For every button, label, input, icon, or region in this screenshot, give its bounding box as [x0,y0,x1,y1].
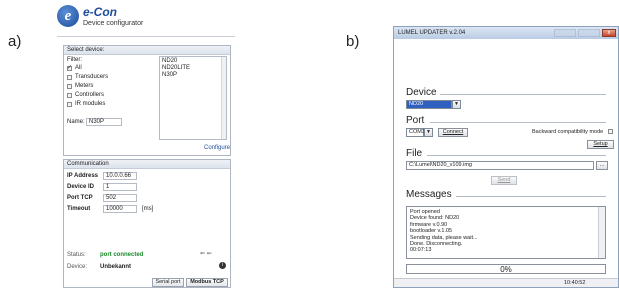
setup-button[interactable]: Setup [587,140,614,149]
filter-ir-modules-label: IR modules [75,101,106,107]
filter-meters-label: Meters [75,83,94,89]
port-tcp-label: Port TCP [67,195,93,201]
lumel-updater-window: LUMEL UPDATER v.2.04 x Device ND20 ▼ Por… [393,26,619,288]
name-label: Name: [67,119,85,125]
filter-ir-modules-checkbox[interactable] [67,102,72,107]
filter-label: Filter: [67,57,82,63]
messages-section-title: Messages [406,189,452,200]
device-id-label: Device ID [67,184,95,190]
progress-text: 0% [500,265,512,274]
communication-panel: Communication IP Address 10.0.0.66 Devic… [63,159,231,288]
device-select[interactable]: ND20 [406,100,452,109]
timeout-unit: [ms] [142,206,154,212]
device-list[interactable]: ND20 ND20LITE N30P [159,56,227,140]
connect-button[interactable]: Connect [438,128,468,137]
filter-meters-checkbox[interactable] [67,84,72,89]
filter-all-label: All [75,65,82,71]
figure-label-a: a) [8,33,22,50]
serial-port-button[interactable]: Serial port [152,278,184,287]
port-section-rule [430,122,606,123]
econ-header: e e-Con Device configurator [57,4,235,40]
status-bar: 10:40:52 [394,278,618,287]
port-select-chevron-down-icon[interactable]: ▼ [424,128,433,137]
filter-controllers-checkbox[interactable] [67,93,72,98]
econ-logo-icon: e [57,5,79,27]
minimize-button[interactable] [554,29,576,37]
file-section-rule [427,155,606,156]
device-value: Unbekannt [100,264,132,270]
filter-controllers-label: Controllers [75,92,105,98]
browse-button[interactable]: ... [596,161,608,170]
messages-section-rule [456,196,606,197]
modbus-tcp-button[interactable]: Modbus TCP [186,278,228,287]
connect-button-label: Connect [442,129,464,135]
econ-window: e e-Con Device configurator Select devic… [57,4,235,289]
filter-all-checkbox[interactable] [67,64,72,71]
setup-button-label: Setup [593,141,608,147]
port-select[interactable]: COM3 [406,128,425,137]
ip-address-field[interactable]: 10.0.0.66 [103,172,137,180]
file-section-title: File [406,148,423,159]
messages-log[interactable]: Port opened Device found: ND20 firmware … [406,206,606,259]
messages-scrollbar[interactable] [598,207,605,258]
list-item[interactable]: ND20LITE [162,65,190,71]
device-label: Device: [67,264,88,270]
device-select-chevron-down-icon[interactable]: ▼ [452,100,461,109]
backward-compat-label: Backward compatibility mode [532,129,604,135]
maximize-button[interactable] [578,29,600,37]
device-section-rule [440,94,606,95]
timeout-label: Timeout [67,206,91,212]
select-device-title: Select device: [64,46,230,55]
device-id-field[interactable]: 1 [103,183,137,191]
info-icon[interactable]: i [219,262,226,269]
list-item[interactable]: N30P [162,72,177,78]
device-list-scrollbar[interactable] [221,57,226,139]
name-input[interactable]: N30P [86,118,122,126]
status-label: Status: [67,252,86,258]
port-section-title: Port [406,115,425,126]
backward-compat-checkbox[interactable] [608,129,613,134]
window-title: LUMEL UPDATER v.2.04 [398,30,466,36]
status-value: port connected [100,252,144,258]
figure-label-b: b) [346,33,360,50]
window-titlebar: LUMEL UPDATER v.2.04 x [394,27,618,39]
send-button-label: Send [497,177,511,183]
configure-link[interactable]: Configure [204,145,230,151]
close-button[interactable]: x [602,29,616,37]
timeout-field[interactable]: 10000 [103,205,137,213]
select-device-panel: Select device: Filter: All Transducers M… [63,45,231,156]
filter-transducers-label: Transducers [75,74,109,80]
ip-address-label: IP Address [67,173,99,179]
filter-transducers-checkbox[interactable] [67,75,72,80]
plug-connected-icon: ⇐ ⇚ [200,251,212,257]
progress-bar: 0% [406,264,606,274]
communication-title: Communication [64,160,230,169]
port-tcp-field[interactable]: 502 [103,194,137,202]
device-section-title: Device [406,87,437,98]
app-subtitle: Device configurator [83,20,144,27]
list-item[interactable]: ND20 [162,58,177,64]
header-divider [57,36,235,37]
status-time: 10:40:52 [564,280,586,286]
send-button[interactable]: Send [491,176,517,185]
app-title: e-Con [83,5,117,19]
log-line: 00:07:13 [410,247,432,254]
file-path-field[interactable]: C:\Lumel\ND20_v109.img [406,161,594,170]
